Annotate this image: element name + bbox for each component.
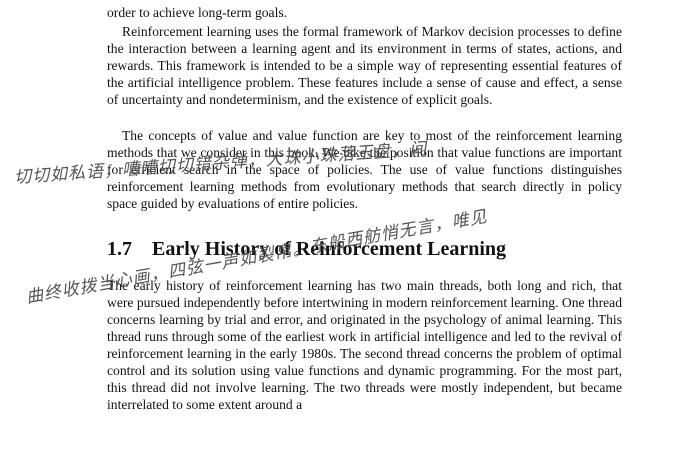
paragraph-mdp-framework: Reinforcement learning uses the formal f…: [107, 24, 622, 107]
section-number: 1.7: [107, 238, 132, 260]
paragraph-continuation: order to achieve long-term goals.: [107, 5, 288, 20]
section-heading: 1.7 Early History of Reinforcement Learni…: [107, 238, 506, 261]
book-page: order to achieve long-term goals. Reinfo…: [0, 0, 680, 467]
paragraph-value-functions: The concepts of value and value function…: [107, 128, 622, 211]
section-title: Early History of Reinforcement Learning: [152, 238, 507, 260]
paragraph-early-history: The early history of reinforcement learn…: [107, 278, 622, 412]
